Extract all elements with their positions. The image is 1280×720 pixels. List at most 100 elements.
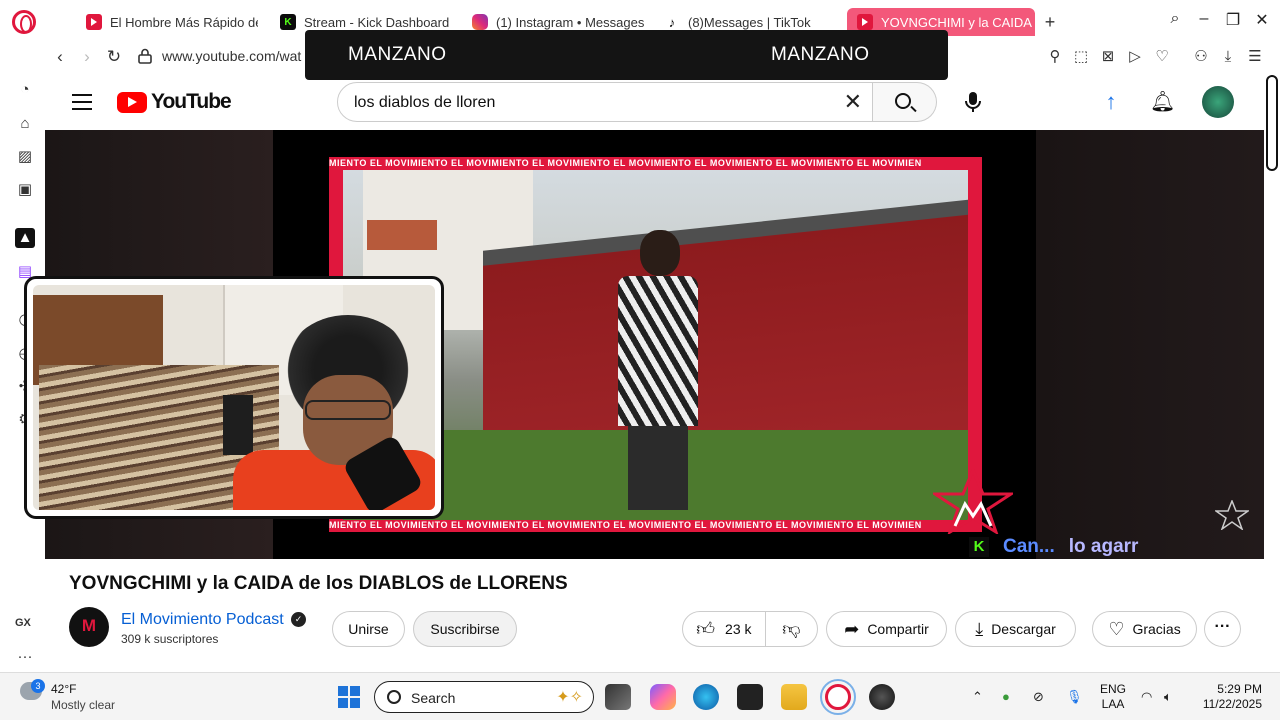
- network-off-icon[interactable]: ⊘: [1033, 689, 1044, 705]
- clear-search-icon[interactable]: ✕: [844, 89, 862, 115]
- scene-balcony: [367, 220, 437, 250]
- scrollbar[interactable]: [1266, 75, 1278, 171]
- url-field[interactable]: www.youtube.com/wat: [162, 48, 301, 64]
- microphone-icon[interactable]: [962, 90, 984, 114]
- clock-time: 5:29 PM: [1217, 682, 1262, 696]
- lang-line-1: ENG: [1100, 682, 1127, 696]
- youtube-play-icon: [117, 91, 147, 113]
- like-button[interactable]: 👍︎ 23 k: [683, 612, 766, 646]
- minimize-icon[interactable]: –: [1192, 10, 1216, 28]
- browser-window: El Hombre Más Rápido de K Stream - Kick …: [0, 0, 1280, 720]
- thumbs-up-icon: 👍︎: [696, 619, 716, 639]
- volume-icon[interactable]: 🔈︎: [1164, 689, 1172, 705]
- taskbar-search[interactable]: Search ✦✧: [374, 681, 594, 713]
- aria-icon[interactable]: ▲: [15, 228, 35, 248]
- speed-dial-icon[interactable]: ◔: [15, 80, 35, 100]
- maximize-icon[interactable]: ❐: [1221, 10, 1245, 30]
- copilot-icon[interactable]: [650, 684, 676, 710]
- download-icon[interactable]: ⤓: [1218, 47, 1238, 67]
- join-label: Unirse: [348, 621, 389, 637]
- profile-icon[interactable]: ⚇: [1191, 47, 1211, 67]
- windows-start-icon[interactable]: [338, 686, 360, 708]
- more-icon[interactable]: ···: [15, 647, 35, 667]
- gx-mods-icon[interactable]: ▣: [15, 180, 35, 200]
- super-thanks-icon: ♡: [1108, 619, 1125, 639]
- thumbs-down-icon: 👎︎: [782, 619, 801, 639]
- movimiento-logo-icon: [933, 468, 1013, 534]
- reload-icon[interactable]: ↻: [103, 46, 125, 68]
- youtube-logo[interactable]: YouTube: [117, 90, 232, 114]
- search-tabs-icon[interactable]: ⌕: [1163, 10, 1187, 28]
- person-shirt: [618, 276, 698, 426]
- thanks-button[interactable]: ♡ Gracias: [1092, 611, 1197, 647]
- webcam-feed: [33, 285, 435, 510]
- subscribe-label: Suscribirse: [430, 621, 500, 637]
- more-actions-button[interactable]: ···: [1204, 611, 1241, 647]
- download-arrow-icon: ⤓: [975, 619, 984, 639]
- tab-youtube-hombre[interactable]: El Hombre Más Rápido de: [86, 8, 258, 36]
- stream-caption: K Can... lo agarr: [969, 536, 1138, 558]
- menu-icon[interactable]: [72, 94, 92, 110]
- new-tab-button[interactable]: +: [1040, 12, 1060, 32]
- person-pants: [628, 426, 688, 510]
- search-button[interactable]: [873, 82, 937, 122]
- channel-name-link[interactable]: El Movimiento Podcast: [121, 611, 284, 629]
- tray-app-icon[interactable]: ●: [1002, 689, 1010, 704]
- dislike-button[interactable]: 👎︎: [766, 612, 817, 646]
- pin-icon[interactable]: ⚲: [1045, 47, 1065, 67]
- weather-condition[interactable]: Mostly clear: [51, 698, 115, 712]
- taskbar: 3 42°F Mostly clear Search ✦✧ ⌃ ● ⊘ 🎙︎ E…: [0, 672, 1280, 720]
- subscriber-count: 309 k suscriptores: [121, 632, 219, 646]
- tab-label: (1) Instagram • Messages: [496, 14, 644, 30]
- obs-icon[interactable]: [869, 684, 895, 710]
- store-icon[interactable]: [737, 684, 763, 710]
- temperature[interactable]: 42°F: [51, 682, 76, 696]
- snapshot-icon[interactable]: ⬚: [1071, 47, 1091, 67]
- gx-label[interactable]: GX: [15, 617, 31, 629]
- close-icon[interactable]: ✕: [1250, 10, 1274, 30]
- player-icon[interactable]: ▷: [1125, 47, 1145, 67]
- edge-icon[interactable]: [693, 684, 719, 710]
- subscribe-button[interactable]: Suscribirse: [413, 611, 517, 647]
- cam-glasses: [305, 400, 391, 420]
- heart-icon[interactable]: ♡: [1152, 47, 1172, 67]
- share-icon: ➦: [844, 619, 860, 639]
- channel-avatar[interactable]: [69, 607, 109, 647]
- cleaner-icon[interactable]: ⌂: [15, 114, 35, 134]
- upload-icon[interactable]: ↑: [1100, 90, 1122, 114]
- lang-line-2: LAA: [1101, 697, 1125, 711]
- adblock-icon[interactable]: ⊠: [1098, 47, 1118, 67]
- tab-label: Stream - Kick Dashboard: [304, 14, 450, 30]
- clock-date: 11/22/2025: [1202, 697, 1262, 711]
- easy-setup-icon[interactable]: ☰: [1245, 47, 1265, 67]
- scene-person: [618, 230, 698, 510]
- opera-gx-taskbar-icon[interactable]: [820, 679, 856, 715]
- opera-menu-icon[interactable]: [12, 10, 36, 34]
- mic-tray-icon[interactable]: 🎙︎: [1066, 689, 1083, 705]
- webcam-overlay: [24, 276, 444, 519]
- forward-icon[interactable]: ›: [76, 46, 98, 68]
- person-head: [640, 230, 680, 276]
- back-icon[interactable]: ‹: [49, 46, 71, 68]
- clock[interactable]: 5:29 PM 11/22/2025: [1196, 682, 1262, 712]
- sparkle-icon: ✦✧: [556, 689, 583, 706]
- task-view-icon[interactable]: [605, 684, 631, 710]
- scene-graffiti: [713, 390, 968, 460]
- search-icon: [387, 690, 401, 704]
- video-title: YOVNGCHIMI y la CAIDA de los DIABLOS de …: [69, 573, 568, 594]
- wifi-icon[interactable]: ◠: [1141, 689, 1152, 705]
- share-button[interactable]: ➦ Compartir: [826, 611, 947, 647]
- chevron-up-icon[interactable]: ⌃: [972, 689, 983, 705]
- search-input[interactable]: los diablos de lloren ✕: [337, 82, 873, 122]
- join-button[interactable]: Unirse: [332, 611, 405, 647]
- account-avatar[interactable]: [1202, 86, 1234, 118]
- file-explorer-icon[interactable]: [781, 684, 807, 710]
- input-language[interactable]: ENG LAA: [1100, 682, 1126, 712]
- limiter-icon[interactable]: ▨: [15, 147, 35, 167]
- frame-text-bottom: MIENTO EL MOVIMIENTO EL MOVIMIENTO EL MO…: [329, 520, 922, 530]
- download-button[interactable]: ⤓ Descargar: [955, 611, 1076, 647]
- verified-icon: ✓: [291, 612, 306, 627]
- cam-chair: [223, 395, 253, 455]
- bell-icon[interactable]: 🔔︎: [1150, 90, 1175, 114]
- download-label: Descargar: [991, 621, 1056, 637]
